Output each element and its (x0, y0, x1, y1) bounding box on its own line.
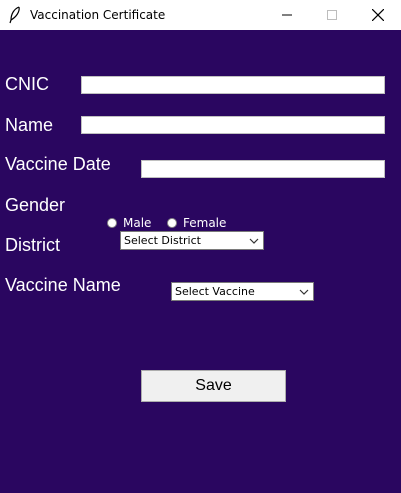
chevron-down-icon (249, 238, 259, 244)
feather-icon (9, 6, 20, 24)
window-title: Vaccination Certificate (30, 8, 166, 22)
cnic-field[interactable] (81, 76, 385, 94)
chevron-down-icon (299, 289, 309, 295)
gender-label: Gender (5, 195, 66, 215)
district-selected-value: Select District (124, 234, 201, 247)
radio-label-female: Female (183, 216, 227, 230)
vaccine-date-label: Vaccine Date (5, 154, 111, 174)
minimize-button[interactable] (264, 0, 310, 30)
close-button[interactable] (355, 0, 401, 30)
vaccine-selected-value: Select Vaccine (175, 285, 255, 298)
name-label: Name (5, 115, 54, 135)
cnic-label: CNIC (5, 74, 49, 94)
district-select[interactable]: Select District (120, 231, 264, 250)
radio-label-male: Male (123, 216, 152, 230)
gender-radio-female[interactable]: Female (167, 216, 226, 230)
radio-icon (167, 218, 177, 228)
gender-radio-male[interactable]: Male (107, 216, 151, 230)
save-button[interactable]: Save (141, 370, 286, 402)
vaccine-name-label: Vaccine Name (5, 275, 121, 295)
radio-icon (107, 218, 117, 228)
vaccine-date-field[interactable] (141, 160, 385, 178)
title-bar: Vaccination Certificate (0, 0, 401, 30)
district-label: District (5, 235, 60, 255)
maximize-button[interactable] (309, 0, 355, 30)
maximize-icon (327, 10, 337, 20)
form-area: CNIC Name Vaccine Date Gender Male Femal… (0, 30, 401, 493)
close-icon (372, 9, 384, 21)
minimize-icon (282, 14, 292, 16)
vaccine-select[interactable]: Select Vaccine (171, 282, 314, 301)
name-field[interactable] (81, 116, 385, 134)
